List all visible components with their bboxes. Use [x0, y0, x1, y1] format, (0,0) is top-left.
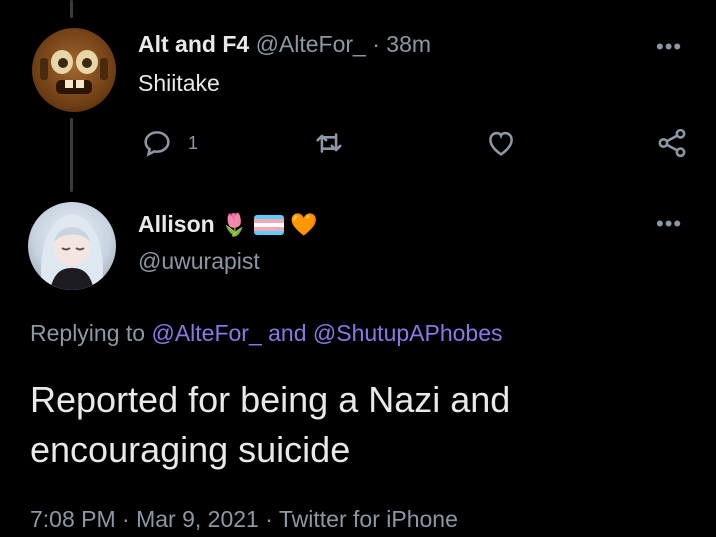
replying-prefix: Replying to [30, 320, 146, 346]
share-icon [658, 128, 686, 158]
replying-to: Replying to @AlteFor_ and @ShutupAPhobes [30, 320, 503, 347]
tweet-text: Reported for being a Nazi and encouragin… [30, 379, 511, 470]
more-options-icon[interactable]: ••• [656, 36, 682, 58]
orange-heart-icon: 🧡 [290, 211, 318, 237]
reply-button[interactable]: 1 [140, 126, 198, 160]
display-name[interactable]: Allison [138, 211, 215, 238]
user-handle[interactable]: @AlteFor_ [256, 31, 366, 57]
tweet-source[interactable]: Twitter for iPhone [279, 506, 458, 532]
tweet-header: Alt and F4 @AlteFor_ · 38m [138, 31, 431, 58]
mention-link[interactable]: @ShutupAPhobes [313, 320, 503, 346]
tow-truck-avatar-icon [40, 50, 108, 94]
tweet-metadata: 7:08 PM · Mar 9, 2021 · Twitter for iPho… [30, 506, 458, 533]
more-options-icon[interactable]: ••• [656, 213, 682, 235]
thread-line [70, 118, 73, 192]
separator: · [372, 31, 380, 57]
separator: · [265, 506, 273, 532]
thread-line-top [70, 0, 73, 18]
avatar[interactable] [32, 28, 116, 112]
share-button[interactable] [655, 126, 689, 160]
retweet-icon [316, 133, 342, 153]
reply-icon [144, 131, 170, 157]
retweet-button[interactable] [312, 126, 346, 160]
user-handle[interactable]: @uwurapist [138, 248, 260, 275]
transgender-flag-icon [254, 214, 285, 235]
mention-link[interactable]: @AlteFor_ [151, 320, 261, 346]
reply-count: 1 [188, 132, 199, 153]
anime-girl-avatar-icon [41, 214, 103, 290]
tweet-date[interactable]: Mar 9, 2021 [136, 506, 259, 532]
tulip-icon: 🌷 [220, 211, 249, 237]
avatar[interactable] [28, 202, 116, 290]
like-button[interactable] [484, 126, 518, 160]
heart-icon [489, 131, 513, 156]
separator: · [122, 506, 130, 532]
tweet-time[interactable]: 7:08 PM [30, 506, 116, 532]
time-ago[interactable]: 38m [386, 31, 431, 57]
tweet-text: Shiitake [138, 70, 220, 96]
display-name[interactable]: Alt and F4 [138, 31, 249, 57]
display-name-row: Allison 🌷 🧡 [138, 211, 317, 238]
replying-and: and [268, 320, 307, 346]
